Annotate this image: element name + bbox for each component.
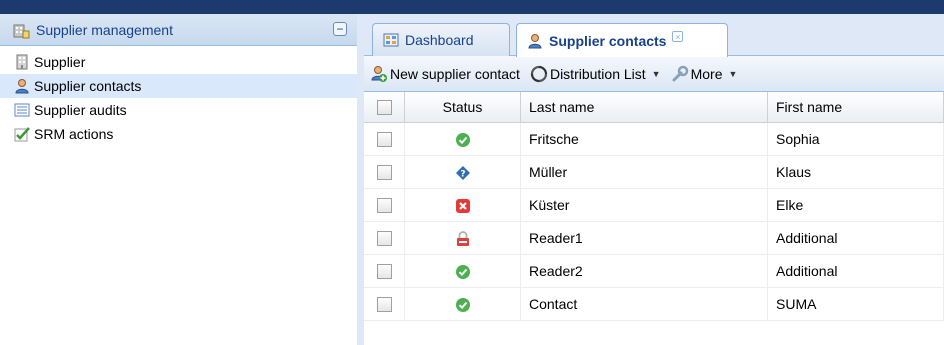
row-checkbox[interactable] xyxy=(376,264,392,280)
distribution-list-label: Distribution List xyxy=(549,65,646,82)
row-checkbox[interactable] xyxy=(376,231,392,247)
column-header-last-name[interactable]: Last name xyxy=(520,92,768,123)
row-checkbox[interactable] xyxy=(376,132,392,148)
table-row[interactable]: Fritsche Sophia xyxy=(364,122,944,156)
grid-header-row: Status Last name First name xyxy=(364,92,944,123)
new-supplier-contact-button[interactable]: New supplier contact xyxy=(370,65,520,83)
more-button[interactable]: More ▼ xyxy=(671,65,738,83)
status-locked-icon xyxy=(456,230,469,246)
tab-label: Supplier contacts xyxy=(549,32,667,49)
nav-item-label: SRM actions xyxy=(34,126,114,142)
cell-last-name: Küster xyxy=(520,188,768,222)
check-icon xyxy=(14,127,30,142)
tab-dashboard[interactable]: Dashboard xyxy=(372,23,510,56)
contacts-icon xyxy=(15,79,29,94)
nav-item-label: Supplier contacts xyxy=(34,78,142,94)
cell-first-name: Sophia xyxy=(767,122,944,156)
add-contact-icon xyxy=(371,65,387,82)
nav-item-label: Supplier xyxy=(34,54,86,70)
svg-text:?: ? xyxy=(460,169,465,179)
chevron-down-icon: ▼ xyxy=(728,68,738,79)
cell-last-name: Fritsche xyxy=(520,122,768,156)
nav-item-supplier[interactable]: Supplier xyxy=(0,50,357,74)
collapse-button[interactable]: − xyxy=(333,22,347,36)
table-row[interactable]: Reader2 Additional xyxy=(364,254,944,288)
row-checkbox[interactable] xyxy=(376,198,392,214)
splitter[interactable] xyxy=(357,14,364,345)
supplier-management-panel: Supplier management − Supplier Supplier … xyxy=(0,14,358,345)
chevron-down-icon: ▼ xyxy=(651,68,661,79)
new-supplier-contact-label: New supplier contact xyxy=(390,65,520,82)
column-header-status[interactable]: Status xyxy=(404,92,521,123)
column-header-first-name[interactable]: First name xyxy=(767,92,944,123)
cell-first-name: Elke xyxy=(767,188,944,222)
tab-bar: Dashboard Supplier contacts × xyxy=(364,14,944,57)
tab-supplier-contacts[interactable]: Supplier contacts × xyxy=(516,23,728,57)
contacts-grid: Status Last name First name Fritsche Sop… xyxy=(364,92,944,321)
toolbar: New supplier contact Distribution List ▼… xyxy=(364,56,944,92)
table-row[interactable]: Contact SUMA xyxy=(364,287,944,321)
status-unknown-icon: ? xyxy=(455,165,470,180)
cell-last-name: Reader2 xyxy=(520,254,768,288)
cell-first-name: Additional xyxy=(767,221,944,255)
row-checkbox[interactable] xyxy=(376,165,392,181)
nav-list: Supplier Supplier contacts Supplier audi… xyxy=(0,46,357,146)
nav-item-supplier-contacts[interactable]: Supplier contacts xyxy=(0,74,357,98)
cell-last-name: Müller xyxy=(520,155,768,189)
contacts-icon xyxy=(528,33,542,48)
table-row[interactable]: Reader1 Additional xyxy=(364,221,944,255)
list-icon xyxy=(14,103,30,117)
table-row[interactable]: ? Müller Klaus xyxy=(364,155,944,189)
nav-item-label: Supplier audits xyxy=(34,102,127,118)
cell-first-name: Klaus xyxy=(767,155,944,189)
table-row[interactable]: Küster Elke xyxy=(364,188,944,222)
cell-first-name: SUMA xyxy=(767,287,944,321)
cell-first-name: Additional xyxy=(767,254,944,288)
close-icon[interactable]: × xyxy=(672,31,684,42)
tab-label: Dashboard xyxy=(405,32,474,48)
select-all-checkbox[interactable] xyxy=(376,100,392,116)
select-all-header[interactable] xyxy=(364,92,405,123)
status-error-icon xyxy=(455,198,470,213)
status-ok-icon xyxy=(455,264,470,279)
panel-title: Supplier management xyxy=(36,21,173,38)
nav-item-srm-actions[interactable]: SRM actions xyxy=(0,122,357,146)
panel-header: Supplier management − xyxy=(0,14,357,46)
refresh-icon xyxy=(530,65,548,82)
building-icon xyxy=(16,54,28,70)
dashboard-icon xyxy=(383,33,399,47)
wrench-icon xyxy=(672,65,688,81)
cell-last-name: Reader1 xyxy=(520,221,768,255)
more-label: More xyxy=(690,65,723,82)
distribution-list-button[interactable]: Distribution List ▼ xyxy=(530,65,661,83)
cell-last-name: Contact xyxy=(520,287,768,321)
row-checkbox[interactable] xyxy=(376,297,392,313)
nav-item-supplier-audits[interactable]: Supplier audits xyxy=(0,98,357,122)
supplier-management-icon xyxy=(13,24,30,38)
top-bar xyxy=(0,0,944,14)
main-panel: Dashboard Supplier contacts × New suppli… xyxy=(364,14,944,345)
status-ok-icon xyxy=(455,132,470,147)
status-ok-icon xyxy=(455,297,470,312)
